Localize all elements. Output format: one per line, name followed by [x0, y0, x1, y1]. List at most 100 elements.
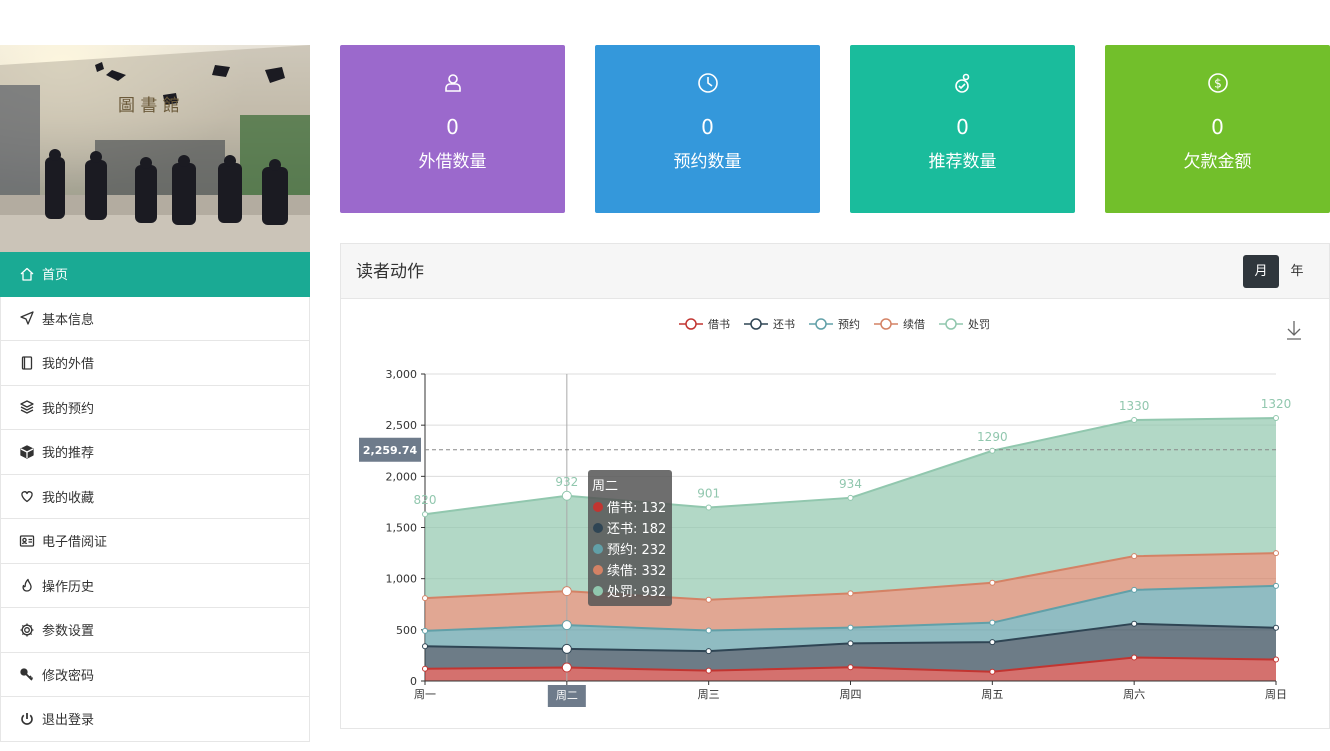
data-label: 820	[414, 493, 437, 507]
money-icon: $	[1105, 72, 1330, 94]
card-reservations[interactable]: 0 预约数量	[595, 45, 820, 213]
sidebar-item-1[interactable]: 基本信息	[0, 296, 310, 341]
card-loans[interactable]: 0 外借数量	[340, 45, 565, 213]
x-tick-label: 周一	[414, 688, 436, 701]
reader-activity-panel: 读者动作 月 年 0 500 1,000 1,500 2,000 2,500 3,000 2,…	[340, 243, 1330, 729]
loans-count: 0	[446, 115, 459, 139]
loans-label: 外借数量	[418, 152, 487, 172]
reservations-label: 预约数量	[673, 152, 742, 172]
sidebar-item-7[interactable]: 操作历史	[0, 563, 310, 608]
y-tick-label: 1,500	[386, 522, 418, 535]
data-point	[561, 662, 572, 673]
reservations-count: 0	[701, 115, 714, 139]
x-tick-label: 周五	[981, 688, 1003, 701]
data-point	[1273, 582, 1279, 589]
sidebar-item-10[interactable]: 退出登录	[0, 697, 310, 742]
legend-label: 预约	[838, 318, 860, 331]
tooltip-line: 借书: 132	[607, 501, 666, 516]
data-point	[1273, 415, 1279, 422]
data-point	[705, 504, 712, 511]
y-tick-label: 2,500	[386, 419, 418, 432]
sidebar-item-label: 我的预约	[42, 401, 95, 417]
tooltip-line: 处罚: 932	[607, 585, 666, 600]
tooltip-marker	[593, 586, 603, 596]
download-icon[interactable]	[1287, 321, 1301, 340]
data-point	[705, 648, 712, 655]
data-point	[1131, 417, 1138, 424]
tooltip-marker	[593, 544, 603, 554]
svg-text:$: $	[1214, 77, 1222, 91]
data-point	[989, 579, 996, 586]
data-point	[705, 596, 712, 603]
data-label: 1330	[1119, 399, 1150, 413]
x-tick-label: 周三	[698, 688, 720, 701]
send-icon	[19, 310, 35, 326]
clock-icon	[595, 72, 820, 94]
data-label: 1320	[1261, 397, 1292, 411]
sidebar-item-label: 退出登录	[42, 713, 95, 729]
data-point	[847, 590, 854, 597]
layers-icon	[19, 399, 35, 415]
legend-label: 借书	[708, 318, 730, 331]
data-point	[561, 586, 572, 597]
tooltip-title: 周二	[592, 479, 618, 494]
sidebar: 圖 書 館 首页基本信息我的外借我的预约我的推荐我的收藏电子借阅证操作历史 参数设…	[0, 45, 310, 742]
tooltip-line: 预约: 232	[607, 543, 666, 558]
sidebar-item-2[interactable]: 我的外借	[0, 341, 310, 386]
data-point	[422, 643, 428, 650]
data-point	[989, 668, 996, 675]
sidebar-item-4[interactable]: 我的推荐	[0, 430, 310, 475]
data-point	[561, 643, 572, 654]
sidebar-item-6[interactable]: 电子借阅证	[0, 519, 310, 564]
data-point	[1131, 586, 1138, 593]
sidebar-item-5[interactable]: 我的收藏	[0, 474, 310, 519]
sidebar-item-0[interactable]: 首页	[0, 252, 310, 297]
recommend-icon	[850, 72, 1075, 94]
fire-icon	[19, 577, 35, 593]
cube-icon	[19, 444, 35, 460]
data-point	[1273, 656, 1279, 663]
key-icon	[19, 666, 35, 682]
card-recommendations[interactable]: 0 推荐数量	[850, 45, 1075, 213]
data-point	[1131, 620, 1138, 627]
legend-marker-续借	[880, 318, 892, 330]
sidebar-item-9[interactable]: 修改密码	[0, 652, 310, 697]
data-point	[1273, 550, 1279, 557]
data-label: 932	[555, 475, 578, 489]
legend-label: 还书	[773, 318, 795, 331]
sidebar-nav: 首页基本信息我的外借我的预约我的推荐我的收藏电子借阅证操作历史 参数设置修改密码退…	[0, 252, 310, 742]
sidebar-item-label: 电子借阅证	[42, 535, 108, 551]
sidebar-item-3[interactable]: 我的预约	[0, 385, 310, 430]
gear-icon	[19, 622, 35, 638]
tooltip-marker	[593, 502, 603, 512]
y-tick-label: 2,000	[386, 470, 418, 483]
sidebar-item-label: 修改密码	[42, 668, 95, 684]
legend-marker-处罚	[945, 318, 957, 330]
user-icon	[340, 72, 565, 94]
sidebar-item-label: 我的外借	[42, 357, 95, 373]
crosshair-y-label: 2,259.74	[363, 444, 418, 457]
sidebar-item-8[interactable]: 参数设置	[0, 608, 310, 653]
y-tick-label: 500	[396, 624, 417, 637]
sidebar-item-label: 基本信息	[42, 312, 95, 328]
data-point	[1131, 553, 1138, 560]
reader-activity-chart: 0 500 1,000 1,500 2,000 2,500 3,000 2,259.74 周一 周…	[359, 317, 1301, 707]
data-point	[989, 447, 996, 454]
power-icon	[19, 711, 35, 727]
home-icon	[19, 266, 35, 282]
x-tick-label: 周四	[840, 688, 862, 701]
data-point	[989, 619, 996, 626]
legend-label: 处罚	[968, 318, 990, 331]
card-debt[interactable]: $ 0 欠款金额	[1105, 45, 1330, 213]
data-point	[422, 627, 428, 634]
legend-marker-还书	[750, 318, 762, 330]
data-point	[422, 511, 428, 518]
legend-marker-借书	[685, 318, 697, 330]
data-point	[561, 490, 572, 501]
data-point	[705, 627, 712, 634]
svg-text:圖 書 館: 圖 書 館	[118, 96, 180, 116]
sidebar-item-label: 我的推荐	[42, 446, 95, 462]
data-label: 934	[839, 477, 862, 491]
sidebar-item-label: 我的收藏	[42, 490, 95, 506]
data-point	[847, 640, 854, 647]
